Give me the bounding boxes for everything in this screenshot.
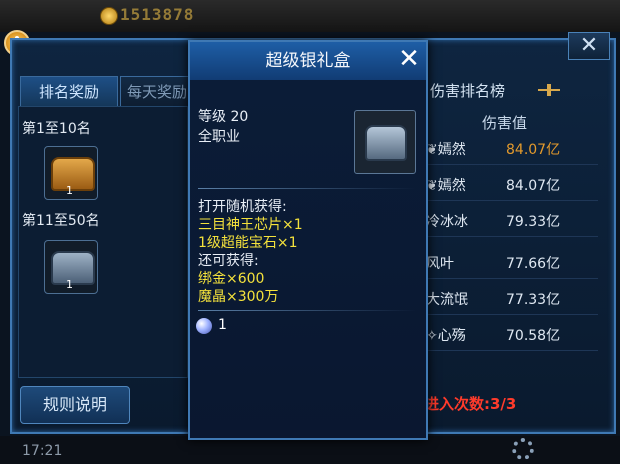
damage-value: 84.07亿 [506,178,561,194]
damage-column-header: 伤害值 [482,114,528,132]
ranking-title: 伤害排名榜 [430,82,506,100]
random-reward-item: 1级超能宝石×1 [198,235,298,251]
tier-label: 第11至50名 [22,213,100,229]
ranking-row: ❦嫣然 84.07亿 [420,132,598,165]
silver-chest-icon [365,125,407,161]
tab-rank-reward[interactable]: 排名奖励 [20,76,118,107]
item-detail-popup: 超级银礼盒 ✕ 等级 20 全职业 打开随机获得: 三目神王芯片×1 1级超能宝… [188,40,428,440]
divider [198,310,416,311]
reward-count: 1 [66,184,73,197]
player-name: ❦嫣然 [426,142,466,158]
divider [198,188,416,189]
gold-amount: 1513878 [120,5,195,24]
tier-reward-slot[interactable]: 1 [44,240,98,294]
player-name: 大流氓 [426,292,468,308]
damage-value: 77.66亿 [506,256,561,272]
ranking-row: 大流氓 77.33亿 [420,282,598,315]
ranking-header: 伤害排名榜 [420,78,598,104]
random-reward-item: 三目神王芯片×1 [198,217,303,233]
popup-title: 超级银礼盒 [190,42,426,80]
random-reward-header: 打开随机获得: [198,199,287,215]
gold-coin-icon [100,7,118,25]
tier-label: 第1至10名 [22,121,91,137]
clock-time: 17:21 [22,443,63,459]
damage-value: 77.33亿 [506,292,561,308]
tier-reward-slot[interactable]: 1 [44,146,98,200]
gear-icon[interactable] [512,438,534,460]
damage-value: 84.07亿 [506,142,561,158]
ranking-row: 冷冰冰 79.33亿 [420,204,598,237]
extra-reward-item: 魔晶×300万 [198,289,279,305]
gem-count: 1 [218,317,227,333]
ranking-row: ✧心殇 70.58亿 [420,318,598,351]
item-level: 等级 20 [198,109,249,125]
rules-button[interactable]: 规则说明 [20,386,130,424]
entry-count-text: 进入次数:3/3 [424,395,517,413]
extra-reward-header: 还可获得: [198,253,259,269]
damage-value: 79.33亿 [506,214,561,230]
silver-chest-icon [51,251,95,285]
extra-reward-item: 绑金×600 [198,271,265,287]
player-name: ✧心殇 [426,328,466,344]
item-class: 全职业 [198,129,240,145]
diamond-gem-icon [196,318,212,334]
panel-close-button[interactable]: ✕ [568,32,610,60]
ranking-row: ❦嫣然 84.07亿 [420,168,598,201]
item-icon-slot [354,110,416,174]
ranking-row: 风叶 77.66亿 [420,246,598,279]
crossed-swords-icon [538,84,560,96]
top-resource-bar: 1513878 [0,0,620,32]
popup-close-button[interactable]: ✕ [396,44,422,78]
tab-daily-reward[interactable]: 每天奖励 [120,76,194,107]
player-name: 风叶 [426,256,454,272]
gold-chest-icon [51,157,95,191]
reward-count: 1 [66,278,73,291]
damage-value: 70.58亿 [506,328,561,344]
player-name: ❦嫣然 [426,178,466,194]
player-name: 冷冰冰 [426,214,468,230]
